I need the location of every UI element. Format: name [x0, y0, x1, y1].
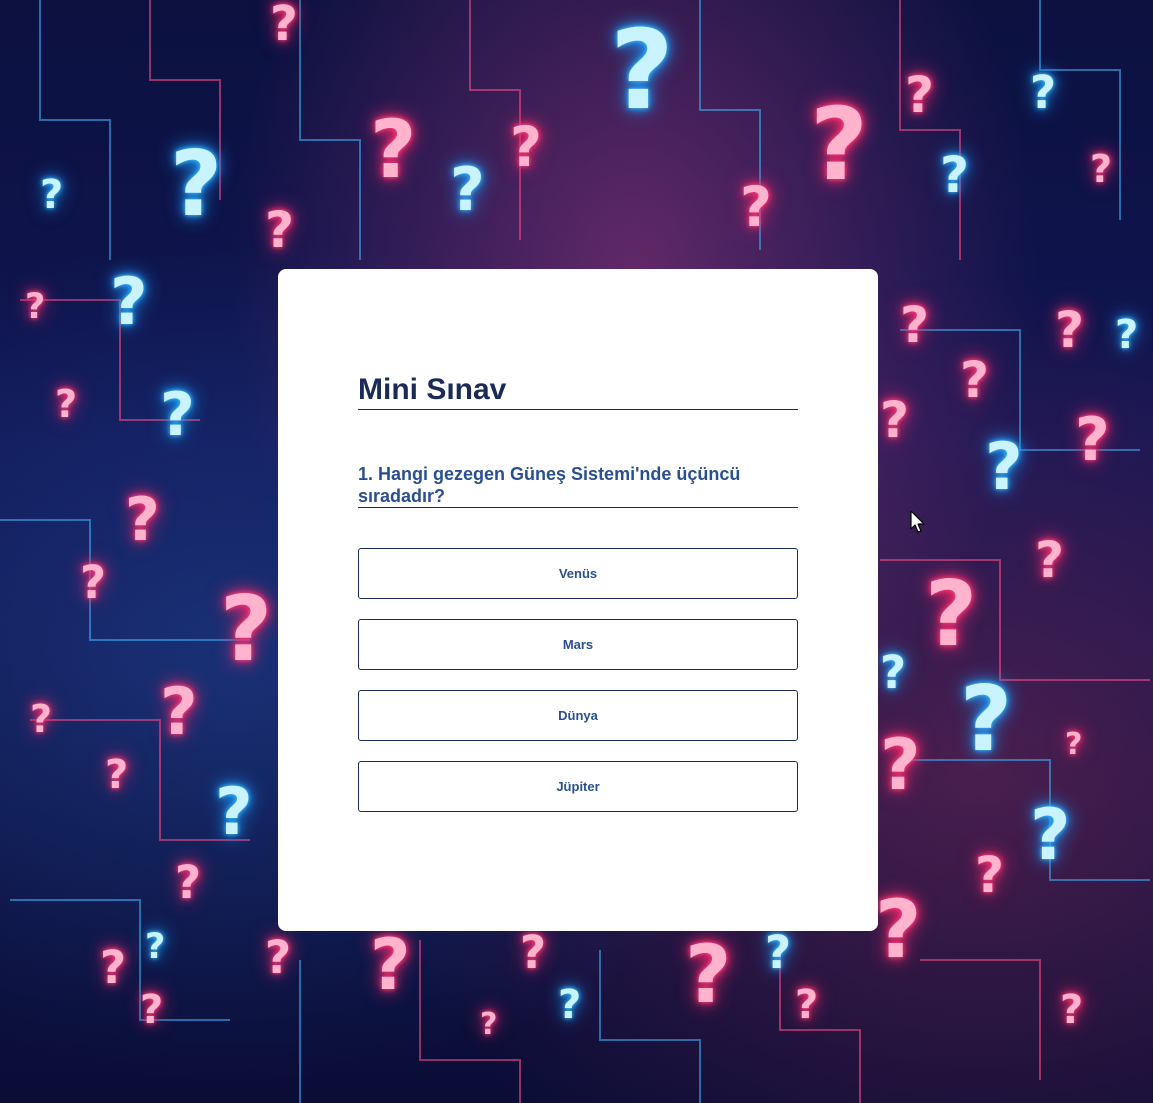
question-mark-icon: ? [940, 146, 970, 204]
question-mark-icon: ? [740, 175, 772, 239]
question-mark-icon: ? [265, 931, 292, 984]
question-mark-icon: ? [900, 296, 930, 354]
question-mark-icon: ? [125, 485, 160, 555]
question-mark-icon: ? [270, 0, 298, 52]
question-mark-icon: ? [520, 926, 547, 979]
question-mark-icon: ? [985, 430, 1023, 505]
question-mark-icon: ? [220, 577, 273, 682]
answer-option-jupiter[interactable]: Jüpiter [358, 761, 798, 812]
question-mark-icon: ? [100, 941, 127, 994]
question-mark-icon: ? [1030, 66, 1057, 119]
answer-option-dunya[interactable]: Dünya [358, 690, 798, 741]
question-mark-icon: ? [105, 752, 129, 798]
question-mark-icon: ? [40, 172, 64, 218]
answer-option-venus[interactable]: Venüs [358, 548, 798, 599]
question-mark-icon: ? [510, 115, 542, 179]
question-mark-icon: ? [175, 856, 202, 909]
question-mark-icon: ? [25, 287, 46, 327]
question-mark-icon: ? [80, 556, 107, 609]
question-mark-icon: ? [1115, 312, 1139, 358]
question-mark-icon: ? [960, 351, 990, 409]
question-mark-icon: ? [1065, 727, 1083, 762]
question-mark-icon: ? [1060, 987, 1084, 1033]
question-mark-icon: ? [450, 155, 485, 225]
question-mark-icon: ? [1090, 147, 1113, 191]
answer-option-mars[interactable]: Mars [358, 619, 798, 670]
question-mark-icon: ? [145, 927, 166, 967]
question-mark-icon: ? [795, 982, 819, 1028]
question-mark-icon: ? [975, 846, 1005, 904]
question-mark-icon: ? [1055, 301, 1085, 359]
question-mark-icon: ? [925, 562, 978, 667]
question-mark-icon: ? [905, 66, 935, 124]
question-text: 1. Hangi gezegen Güneş Sistemi'nde üçünc… [358, 463, 798, 508]
question-mark-icon: ? [160, 380, 195, 450]
quiz-card: Mini Sınav 1. Hangi gezegen Güneş Sistem… [278, 269, 878, 931]
question-mark-icon: ? [110, 265, 148, 340]
question-mark-icon: ? [880, 646, 907, 699]
answer-options: Venüs Mars Dünya Jüpiter [358, 548, 798, 812]
question-mark-icon: ? [1035, 531, 1065, 589]
question-mark-icon: ? [265, 201, 295, 259]
question-mark-icon: ? [960, 667, 1013, 772]
question-mark-icon: ? [370, 103, 417, 196]
question-mark-icon: ? [558, 982, 582, 1028]
question-mark-icon: ? [370, 924, 411, 1006]
quiz-title: Mini Sınav [358, 373, 798, 410]
question-mark-icon: ? [1030, 794, 1071, 876]
question-mark-icon: ? [30, 697, 53, 741]
question-mark-icon: ? [880, 724, 921, 806]
question-mark-icon: ? [685, 928, 732, 1021]
question-mark-icon: ? [875, 883, 922, 976]
question-mark-icon: ? [810, 86, 869, 203]
question-mark-icon: ? [140, 987, 164, 1033]
question-mark-icon: ? [880, 391, 910, 449]
question-mark-icon: ? [170, 132, 223, 237]
question-mark-icon: ? [55, 382, 78, 426]
question-mark-icon: ? [160, 675, 198, 750]
question-mark-icon: ? [480, 1007, 498, 1042]
question-mark-icon: ? [1075, 405, 1110, 475]
question-mark-icon: ? [215, 775, 253, 850]
question-mark-icon: ? [610, 6, 674, 134]
question-mark-icon: ? [765, 926, 792, 979]
mouse-cursor-icon [910, 510, 925, 533]
